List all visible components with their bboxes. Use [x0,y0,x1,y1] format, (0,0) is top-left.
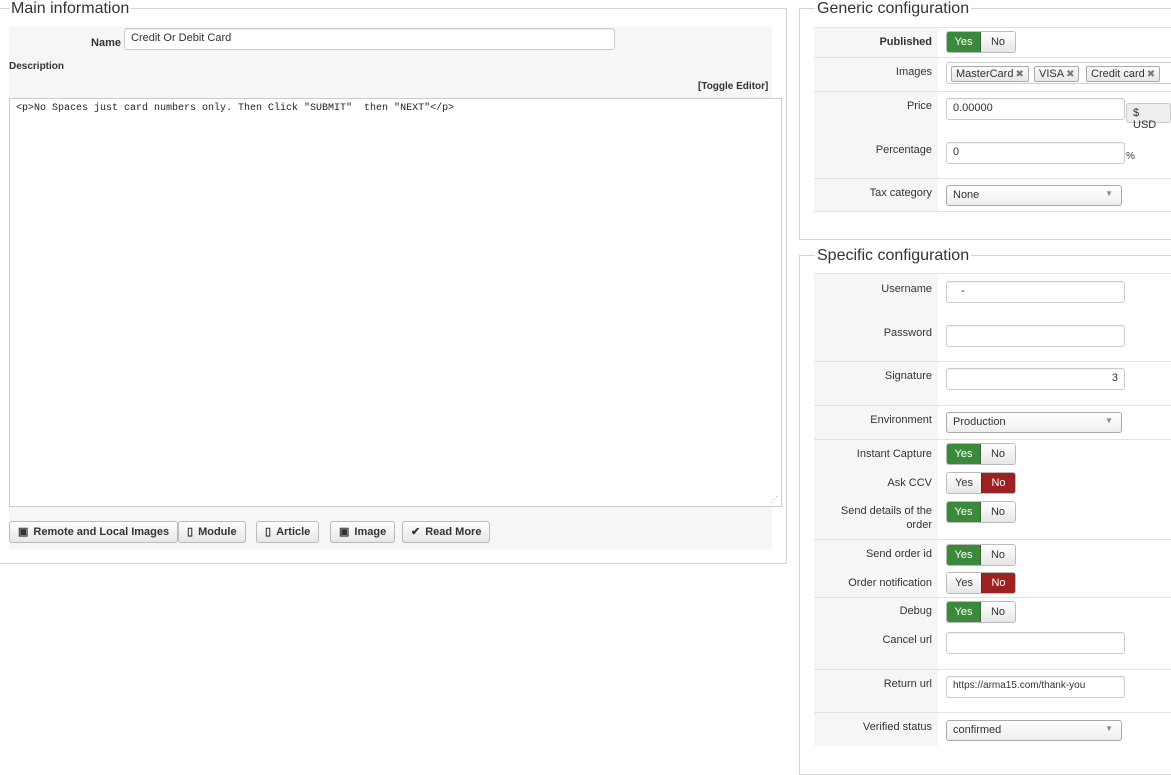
published-no-option[interactable]: No [981,32,1015,52]
instant-capture-toggle[interactable]: Yes No [946,443,1016,465]
divider [814,405,1171,406]
image-icon: ▣ [18,526,29,538]
divider [814,669,1171,670]
debug-toggle[interactable]: Yes No [946,601,1016,623]
ask-ccv-no-option[interactable]: No [981,473,1015,493]
send-order-id-label: Send order id [865,548,932,560]
verified-status-label: Verified status [862,721,932,733]
percent-sign: % [1126,151,1135,162]
signature-input[interactable]: 3 [946,368,1125,390]
percentage-label: Percentage [875,144,932,156]
order-notification-no-option[interactable]: No [981,573,1015,593]
image-tag-visa[interactable]: VISA ✖ [1034,66,1080,82]
description-label: Description [9,61,65,72]
send-order-id-yes-option[interactable]: Yes [947,545,981,565]
file-add-icon: ▯ [187,526,194,538]
divider [814,273,1171,274]
divider [814,91,1171,92]
cancel-url-input[interactable] [946,632,1125,654]
username-label: Username [881,283,932,295]
divider [814,57,1171,58]
tax-category-label: Tax category [869,187,932,199]
divider [814,361,1171,362]
password-label: Password [883,327,932,339]
instant-capture-yes-option[interactable]: Yes [947,444,981,464]
file-add-icon: ▯ [265,526,272,538]
send-details-label: Send details of the order [840,505,932,531]
remove-icon[interactable]: ✖ [1066,69,1074,80]
divider [814,439,1171,440]
chevron-down-icon: ▼ [1105,724,1113,733]
currency-addon: $ USD [1126,103,1171,131]
send-details-toggle[interactable]: Yes No [946,501,1016,523]
ask-ccv-yes-option[interactable]: Yes [947,473,981,493]
password-input[interactable] [946,325,1125,347]
order-notification-toggle[interactable]: Yes No [946,572,1016,594]
ask-ccv-toggle[interactable]: Yes No [946,472,1016,494]
remove-icon[interactable]: ✖ [1147,69,1155,80]
divider [814,211,1171,212]
name-label: Name [91,37,121,49]
return-url-input[interactable]: https://arma15.com/thank-you [946,676,1125,698]
instant-capture-label: Instant Capture [856,448,932,460]
published-toggle[interactable]: Yes No [946,31,1016,53]
tax-category-select[interactable]: None ▼ [946,185,1122,206]
image-tag-mastercard[interactable]: MasterCard ✖ [951,66,1029,82]
return-url-label: Return url [883,678,932,690]
send-details-yes-option[interactable]: Yes [947,502,981,522]
send-order-id-no-option[interactable]: No [981,545,1015,565]
description-textarea[interactable]: <p>No Spaces just card numbers only. The… [9,98,782,507]
image-icon: ▣ [339,526,350,538]
chevron-down-icon: ▼ [1105,189,1113,198]
divider [814,597,1171,598]
published-yes-option[interactable]: Yes [947,32,981,52]
debug-no-option[interactable]: No [981,602,1015,622]
price-label: Price [906,100,932,112]
divider [814,712,1171,713]
environment-select[interactable]: Production ▼ [946,412,1122,433]
resize-handle-icon[interactable]: ⋰ [770,495,778,504]
generic-configuration-legend: Generic configuration [815,0,972,18]
send-order-id-toggle[interactable]: Yes No [946,544,1016,566]
username-input[interactable]: - [946,281,1125,303]
divider [814,27,1171,28]
specific-configuration-legend: Specific configuration [815,247,972,265]
generic-label-column [814,27,938,212]
chevron-down-icon: ▼ [1105,416,1113,425]
toggle-editor-link[interactable]: [Toggle Editor] [698,81,768,92]
debug-label: Debug [899,605,932,617]
main-information-legend: Main information [9,0,132,18]
images-label: Images [895,66,932,78]
order-notification-yes-option[interactable]: Yes [947,573,981,593]
price-input[interactable]: 0.00000 [946,98,1125,120]
signature-label: Signature [884,370,932,382]
remote-local-images-button[interactable]: ▣ Remote and Local Images [9,521,179,543]
module-button[interactable]: ▯ Module [178,521,246,543]
read-more-button[interactable]: ✔ Read More [402,521,491,543]
order-notification-label: Order notification [848,577,932,589]
divider [814,178,1171,179]
verified-status-select[interactable]: confirmed ▼ [946,720,1122,741]
article-button[interactable]: ▯ Article [256,521,320,543]
instant-capture-no-option[interactable]: No [981,444,1015,464]
percentage-input[interactable]: 0 [946,142,1125,164]
send-details-no-option[interactable]: No [981,502,1015,522]
environment-label: Environment [870,414,932,426]
chevron-down-icon: ✔ [411,526,421,538]
debug-yes-option[interactable]: Yes [947,602,981,622]
image-tag-credit-card[interactable]: Credit card ✖ [1086,66,1161,82]
name-input[interactable]: Credit Or Debit Card [124,28,615,50]
image-button[interactable]: ▣ Image [330,521,396,543]
published-label: Published [879,36,932,48]
cancel-url-label: Cancel url [882,634,932,646]
divider [814,539,1171,540]
remove-icon[interactable]: ✖ [1015,69,1023,80]
ask-ccv-label: Ask CCV [887,477,932,489]
